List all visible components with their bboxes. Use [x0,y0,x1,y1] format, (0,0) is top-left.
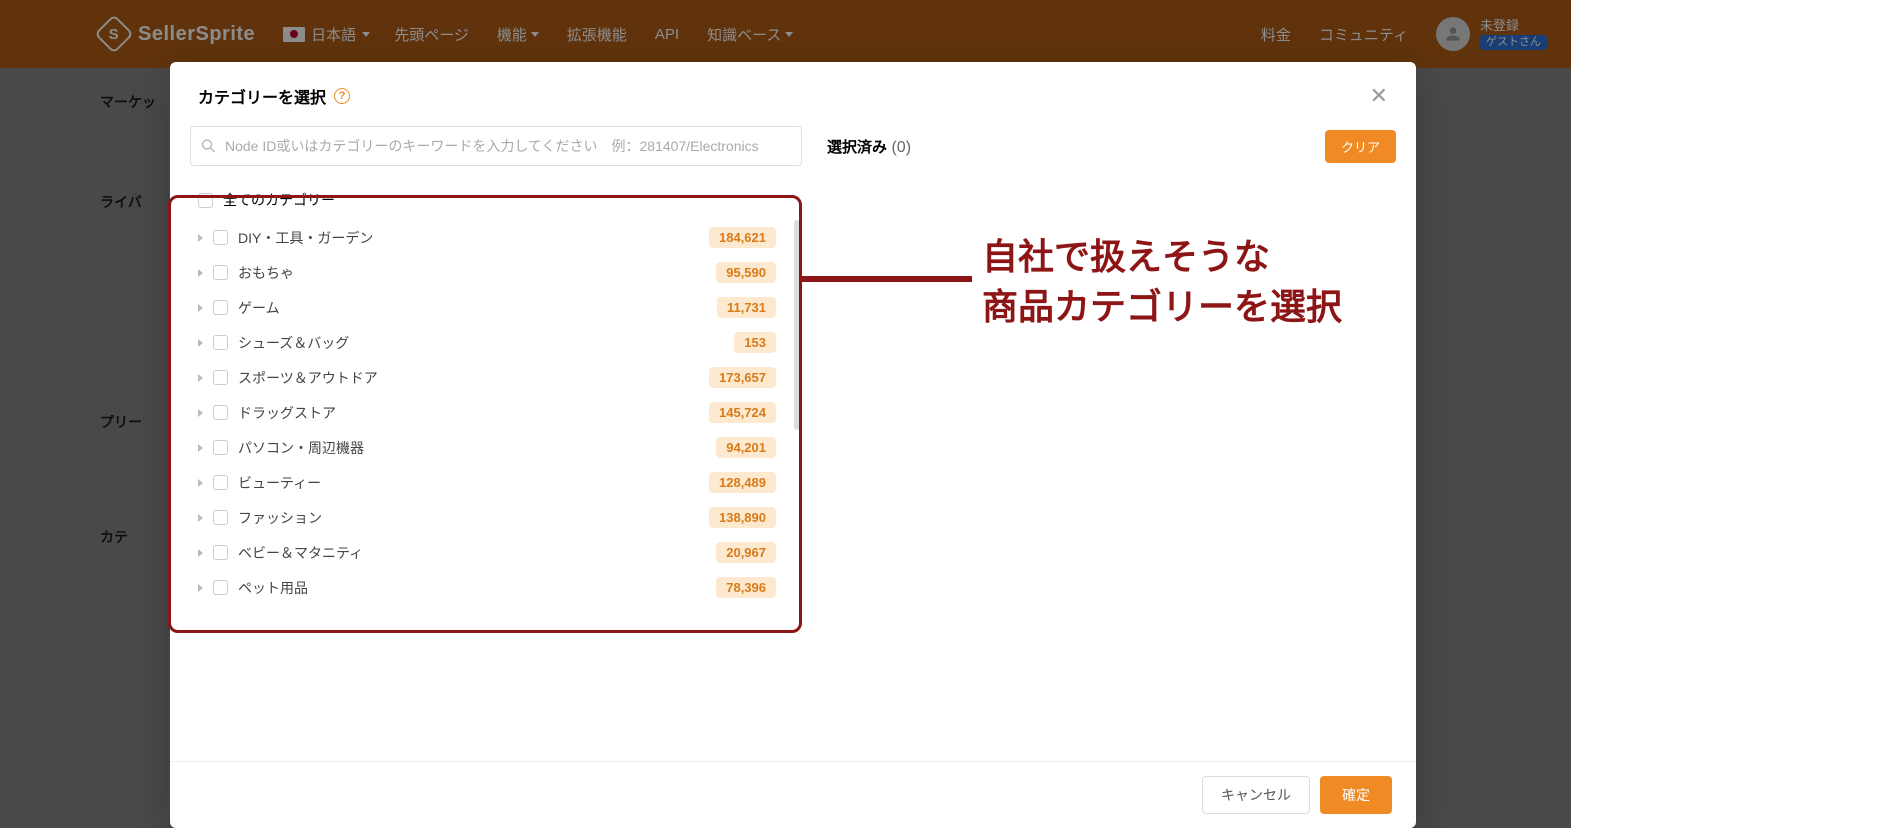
search-icon [201,139,216,154]
help-icon[interactable]: ? [334,88,350,104]
checkbox-icon[interactable] [213,580,228,595]
expand-caret-icon[interactable] [198,549,203,557]
category-label: DIY・工具・ガーデン [238,228,709,248]
category-label: ファッション [238,508,709,528]
category-count: 145,724 [709,402,776,423]
modal-body: 全てのカテゴリー DIY・工具・ガーデン184,621おもちゃ95,590ゲーム… [170,126,1416,761]
whitespace-right [1571,0,1891,828]
modal-title: カテゴリーを選択 ? [198,84,350,108]
category-label: ベビー＆マタニティ [238,543,716,563]
checkbox-icon[interactable] [213,265,228,280]
checkbox-icon[interactable] [213,545,228,560]
expand-caret-icon[interactable] [198,444,203,452]
expand-caret-icon[interactable] [198,304,203,312]
selected-title-wrap: 選択済み (0) [827,136,911,157]
scrollbar-thumb[interactable] [794,220,800,430]
category-label: パソコン・周辺機器 [238,438,716,458]
checkbox-icon[interactable] [213,475,228,490]
annotation-line1: 自社で扱えそうな [982,236,1270,277]
annotation-text: 自社で扱えそうな 商品カテゴリーを選択 [982,232,1342,333]
clear-button[interactable]: クリア [1325,130,1396,163]
modal-footer: キャンセル 確定 [170,761,1416,828]
search-input-wrap [190,126,802,166]
modal-title-text: カテゴリーを選択 [198,84,326,108]
category-label: スポーツ＆アウトドア [238,368,709,388]
checkbox-icon[interactable] [213,300,228,315]
expand-caret-icon[interactable] [198,234,203,242]
category-label: ビューティー [238,473,709,493]
category-row[interactable]: ファッション138,890 [190,500,802,535]
checkbox-icon[interactable] [213,510,228,525]
category-count: 78,396 [716,577,776,598]
selected-title: 選択済み [827,139,887,156]
category-row[interactable]: ビューティー128,489 [190,465,802,500]
category-row[interactable]: DIY・工具・ガーデン184,621 [190,220,802,255]
category-row[interactable]: おもちゃ95,590 [190,255,802,290]
checkbox-icon[interactable] [213,230,228,245]
category-row[interactable]: スポーツ＆アウトドア173,657 [190,360,802,395]
checkbox-icon[interactable] [213,335,228,350]
checkbox-icon[interactable] [213,370,228,385]
expand-caret-icon[interactable] [198,584,203,592]
category-search-input[interactable] [190,126,802,166]
category-count: 95,590 [716,262,776,283]
category-count: 138,890 [709,507,776,528]
category-label: シューズ＆バッグ [238,333,734,353]
category-count: 153 [734,332,776,353]
category-left-panel: 全てのカテゴリー DIY・工具・ガーデン184,621おもちゃ95,590ゲーム… [190,126,802,761]
category-list[interactable]: DIY・工具・ガーデン184,621おもちゃ95,590ゲーム11,731シュー… [190,220,802,614]
cancel-button[interactable]: キャンセル [1202,776,1310,814]
modal-header: カテゴリーを選択 ? ✕ [170,62,1416,126]
selected-right-panel: 選択済み (0) クリア [802,126,1396,761]
close-icon[interactable]: ✕ [1370,85,1388,107]
category-count: 184,621 [709,227,776,248]
category-count: 94,201 [716,437,776,458]
category-count: 11,731 [717,297,776,318]
category-label: おもちゃ [238,263,716,283]
category-select-modal: カテゴリーを選択 ? ✕ 全てのカテゴリー DIY・工具・ガーデン184,621… [170,62,1416,828]
all-categories-row[interactable]: 全てのカテゴリー [190,180,802,220]
category-box: 全てのカテゴリー DIY・工具・ガーデン184,621おもちゃ95,590ゲーム… [190,180,802,614]
expand-caret-icon[interactable] [198,339,203,347]
category-row[interactable]: パソコン・周辺機器94,201 [190,430,802,465]
category-label: ゲーム [238,298,717,318]
selected-header: 選択済み (0) クリア [827,126,1396,166]
modal-backdrop-top [0,0,1571,68]
checkbox-icon[interactable] [213,440,228,455]
category-row[interactable]: ベビー＆マタニティ20,967 [190,535,802,570]
category-row[interactable]: シューズ＆バッグ153 [190,325,802,360]
category-count: 20,967 [716,542,776,563]
expand-caret-icon[interactable] [198,479,203,487]
all-categories-label: 全てのカテゴリー [223,190,335,210]
category-label: ペット用品 [238,578,716,598]
category-label: ドラッグストア [238,403,709,423]
category-count: 128,489 [709,472,776,493]
annotation-connector [802,276,972,282]
checkbox-icon[interactable] [213,405,228,420]
expand-caret-icon[interactable] [198,409,203,417]
expand-caret-icon[interactable] [198,374,203,382]
checkbox-icon[interactable] [198,193,213,208]
category-row[interactable]: ゲーム11,731 [190,290,802,325]
annotation-line2: 商品カテゴリーを選択 [982,286,1342,327]
category-row[interactable]: ドラッグストア145,724 [190,395,802,430]
category-count: 173,657 [709,367,776,388]
expand-caret-icon[interactable] [198,269,203,277]
selected-count: (0) [891,139,911,156]
expand-caret-icon[interactable] [198,514,203,522]
confirm-button[interactable]: 確定 [1320,776,1392,814]
category-row[interactable]: ペット用品78,396 [190,570,802,605]
